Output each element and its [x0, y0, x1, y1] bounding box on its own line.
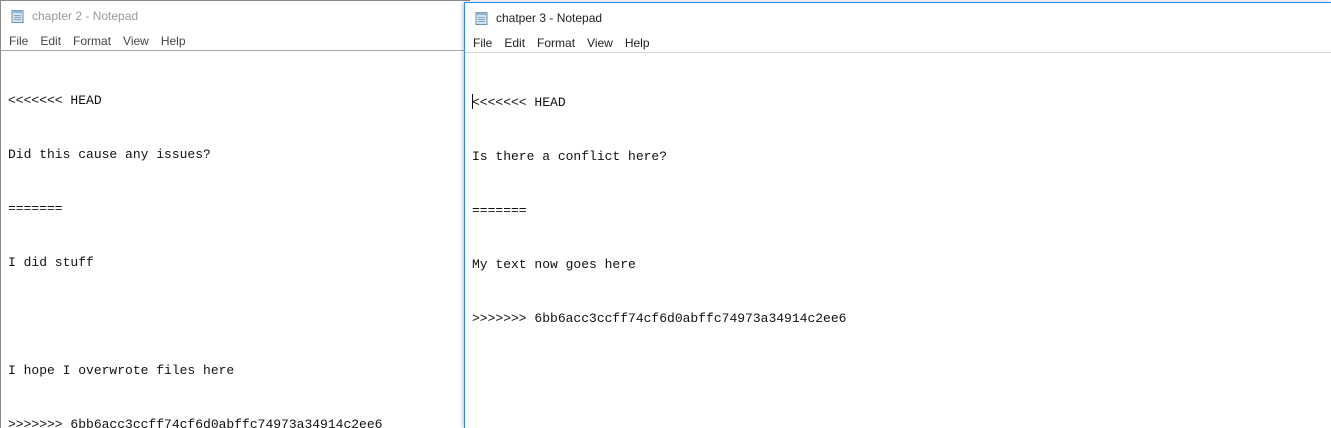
title-bar[interactable]: chapter 2 - Notepad [1, 1, 470, 31]
text-line: Is there a conflict here? [472, 149, 668, 164]
text-line: Did this cause any issues? [8, 147, 211, 162]
menu-bar: File Edit Format View Help [465, 33, 1331, 53]
text-line [8, 308, 470, 326]
text-line: My text now goes here [472, 257, 636, 272]
menu-view[interactable]: View [581, 36, 619, 50]
notepad-icon [475, 12, 488, 25]
text-line: ======= [472, 203, 527, 218]
notepad-window-chapter-2[interactable]: chapter 2 - Notepad File Edit Format Vie… [0, 0, 470, 428]
menu-format[interactable]: Format [531, 36, 581, 50]
title-bar[interactable]: chatper 3 - Notepad [465, 3, 1331, 33]
text-line: >>>>>>> 6bb6acc3ccff74cf6d0abffc74973a34… [8, 417, 383, 428]
text-line-with-caret: <<<<<<< HEAD [472, 94, 1331, 112]
text-line: ======= [8, 201, 63, 216]
desktop: chapter 2 - Notepad File Edit Format Vie… [0, 0, 1331, 428]
menu-file[interactable]: File [467, 36, 498, 50]
menu-view[interactable]: View [117, 34, 155, 48]
menu-file[interactable]: File [3, 34, 34, 48]
menu-bar: File Edit Format View Help [1, 31, 470, 51]
notepad-icon [11, 10, 24, 23]
text-line: I did stuff [8, 255, 94, 270]
text-line: <<<<<<< HEAD [472, 95, 566, 110]
menu-edit[interactable]: Edit [498, 36, 531, 50]
notepad-window-chatper-3[interactable]: chatper 3 - Notepad File Edit Format Vie… [464, 2, 1331, 428]
menu-format[interactable]: Format [67, 34, 117, 48]
text-line: <<<<<<< HEAD [8, 93, 102, 108]
menu-edit[interactable]: Edit [34, 34, 67, 48]
text-editor[interactable]: <<<<<<< HEAD Is there a conflict here? =… [465, 54, 1331, 428]
text-editor[interactable]: <<<<<<< HEAD Did this cause any issues? … [1, 52, 470, 428]
window-title: chatper 3 - Notepad [496, 11, 603, 25]
window-title: chapter 2 - Notepad [32, 9, 139, 23]
text-line: >>>>>>> 6bb6acc3ccff74cf6d0abffc74973a34… [472, 311, 847, 326]
menu-help[interactable]: Help [155, 34, 192, 48]
menu-help[interactable]: Help [619, 36, 656, 50]
text-line: I hope I overwrote files here [8, 363, 235, 378]
